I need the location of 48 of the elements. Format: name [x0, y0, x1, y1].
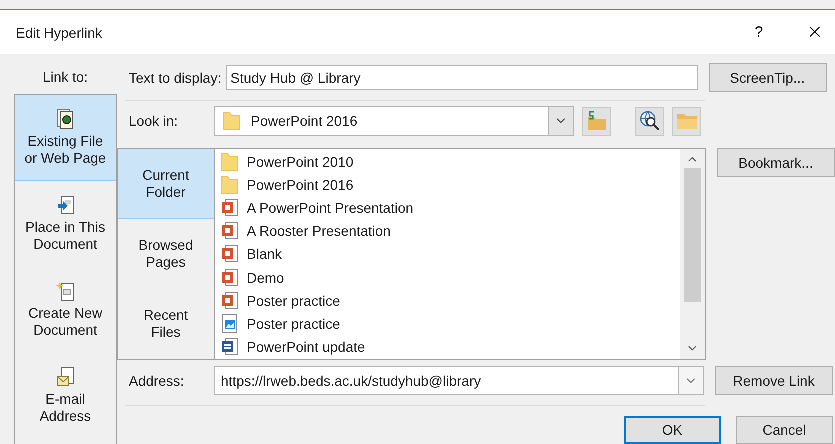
- folder-icon: [223, 111, 241, 131]
- text-to-display-label: Text to display:: [129, 70, 222, 86]
- folder-icon: [221, 174, 239, 195]
- address-label: Address:: [129, 372, 186, 388]
- dialog-button[interactable]: OK: [624, 416, 721, 444]
- link-to-label: Link to:: [42, 68, 90, 87]
- mail-document-icon: [56, 366, 76, 388]
- bookmark-button[interactable]: Bookmark...: [717, 148, 835, 177]
- file-item[interactable]: Poster practice: [215, 289, 680, 313]
- folder-icon: [221, 152, 239, 172]
- presentation-file-icon: [221, 244, 239, 264]
- address-field[interactable]: https://lrweb.beds.ac.uk/studyhub@library: [214, 366, 704, 395]
- dialog-button[interactable]: Cancel: [736, 416, 833, 444]
- presentation-file-icon: [221, 268, 239, 288]
- globe-search-icon: [638, 110, 660, 132]
- browse-web-button[interactable]: [635, 106, 664, 136]
- file-item[interactable]: A Rooster Presentation: [215, 220, 680, 243]
- document-arrow-icon: [56, 194, 76, 216]
- screentip-button[interactable]: ScreenTip...: [708, 63, 827, 92]
- file-globe-icon: [56, 108, 76, 130]
- file-item[interactable]: PowerPoint update: [215, 336, 680, 359]
- link-type-item[interactable]: Existing File or Web Page: [15, 95, 116, 181]
- address-value: https://lrweb.beds.ac.uk/studyhub@library: [221, 372, 482, 388]
- file-item[interactable]: Blank: [215, 242, 680, 266]
- file-item[interactable]: PowerPoint 2010: [215, 150, 680, 174]
- file-item[interactable]: PowerPoint 2016: [215, 173, 680, 196]
- remove-link-button[interactable]: Remove Link: [715, 366, 833, 395]
- file-item[interactable]: Demo: [215, 266, 680, 290]
- file-item[interactable]: A PowerPoint Presentation: [215, 196, 680, 220]
- new-document-icon: [56, 280, 76, 302]
- dropdown-button[interactable]: [548, 107, 573, 135]
- look-in-label: Look in:: [129, 113, 180, 129]
- image-file-icon: [221, 314, 239, 334]
- file-item[interactable]: Poster practice: [215, 312, 680, 336]
- folder-icon: [676, 112, 698, 130]
- folder-arrow-icon: [586, 111, 608, 131]
- look-in-dropdown[interactable]: PowerPoint 2016: [214, 106, 574, 136]
- window-title: Edit Hyperlink: [16, 25, 104, 41]
- presentation-file-icon: [221, 198, 239, 218]
- dropdown-button[interactable]: [678, 367, 703, 394]
- look-in-value: PowerPoint 2016: [251, 113, 358, 129]
- source-tab[interactable]: Current Folder: [118, 149, 214, 219]
- help-button[interactable]: ?: [739, 17, 779, 47]
- presentation-file-icon: [221, 290, 239, 311]
- browse-file-button[interactable]: [672, 106, 701, 136]
- presentation-file-icon: [221, 221, 239, 242]
- up-folder-button[interactable]: [582, 106, 611, 136]
- text-to-display-field[interactable]: Study Hub @ Library: [226, 65, 698, 90]
